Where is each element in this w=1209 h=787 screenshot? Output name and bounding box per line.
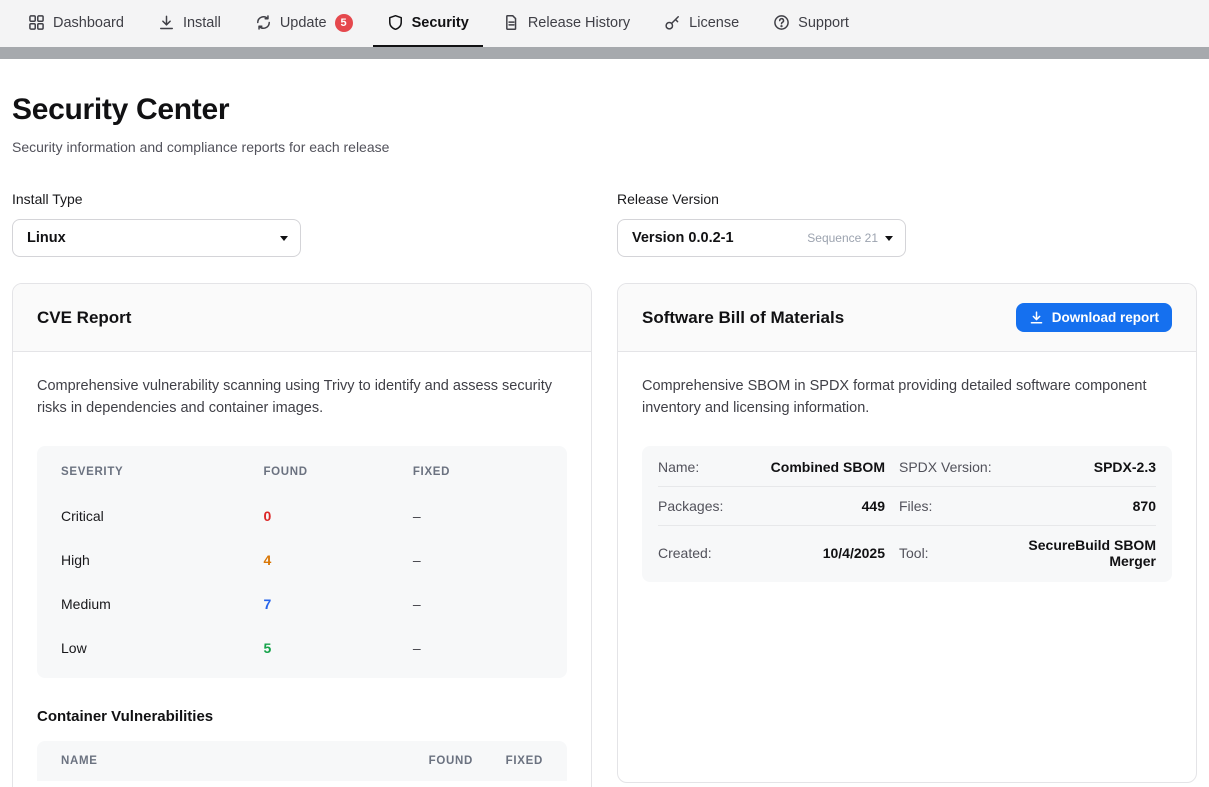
nav-item-support[interactable]: Support bbox=[759, 0, 863, 47]
found-count: 5 bbox=[263, 640, 412, 656]
detail-label: Name: bbox=[658, 459, 736, 475]
column-header-found: FOUND bbox=[263, 466, 412, 478]
detail-value: 10/4/2025 bbox=[750, 545, 885, 561]
nav-item-security[interactable]: Security bbox=[373, 0, 483, 47]
download-icon bbox=[158, 14, 175, 31]
nav-item-install[interactable]: Install bbox=[144, 0, 235, 47]
detail-value: Combined SBOM bbox=[750, 459, 885, 475]
column-header-name: NAME bbox=[61, 755, 393, 767]
detail-value: SecureBuild SBOM Merger bbox=[1021, 537, 1156, 569]
release-version-right: Sequence 21 bbox=[807, 231, 893, 245]
table-row-medium: Medium 7 – bbox=[37, 582, 567, 626]
install-type-value: Linux bbox=[27, 230, 66, 246]
download-report-button[interactable]: Download report bbox=[1016, 303, 1172, 332]
cve-report-card: CVE Report Comprehensive vulnerability s… bbox=[12, 283, 592, 787]
page-divider bbox=[0, 47, 1209, 59]
container-vulnerabilities-table: NAME FOUND FIXED bbox=[37, 741, 567, 781]
nav-label: Install bbox=[183, 15, 221, 31]
fixed-count: – bbox=[413, 508, 543, 524]
page-subtitle: Security information and compliance repo… bbox=[12, 139, 1197, 155]
severity-table: SEVERITY FOUND FIXED Critical 0 – High 4… bbox=[37, 446, 567, 678]
table-row: Created: 10/4/2025 Tool: SecureBuild SBO… bbox=[658, 526, 1156, 580]
detail-label: Tool: bbox=[899, 545, 1007, 561]
chevron-down-icon bbox=[885, 236, 893, 241]
column-header-found: FOUND bbox=[393, 755, 473, 767]
detail-label: SPDX Version: bbox=[899, 459, 1007, 475]
refresh-icon bbox=[255, 14, 272, 31]
help-circle-icon bbox=[773, 14, 790, 31]
cve-report-header: CVE Report bbox=[13, 284, 591, 352]
column-header-severity: SEVERITY bbox=[61, 466, 263, 478]
nav-label: Dashboard bbox=[53, 15, 124, 31]
release-version-field: Release Version Version 0.0.2-1 Sequence… bbox=[617, 191, 1197, 257]
nav-label: Security bbox=[412, 15, 469, 31]
detail-value: 870 bbox=[1021, 498, 1156, 514]
cve-report-description: Comprehensive vulnerability scanning usi… bbox=[37, 376, 567, 420]
top-nav: Dashboard Install Update 5 Security bbox=[0, 0, 1209, 47]
install-type-field: Install Type Linux bbox=[12, 191, 592, 257]
fixed-count: – bbox=[413, 640, 543, 656]
sbom-card: Software Bill of Materials Download repo… bbox=[617, 283, 1197, 783]
found-count: 0 bbox=[263, 508, 412, 524]
table-row-critical: Critical 0 – bbox=[37, 494, 567, 538]
detail-label: Created: bbox=[658, 545, 736, 561]
document-icon bbox=[503, 14, 520, 31]
nav-label: Update bbox=[280, 15, 327, 31]
column-header-fixed: FIXED bbox=[413, 466, 543, 478]
download-icon bbox=[1029, 310, 1044, 325]
release-version-value: Version 0.0.2-1 bbox=[632, 230, 734, 246]
cve-report-title: CVE Report bbox=[37, 308, 131, 328]
key-icon bbox=[664, 14, 681, 31]
detail-value: SPDX-2.3 bbox=[1021, 459, 1156, 475]
sbom-header: Software Bill of Materials Download repo… bbox=[618, 284, 1196, 352]
severity-label: Medium bbox=[61, 596, 263, 612]
update-count-badge: 5 bbox=[335, 14, 353, 32]
column-header-fixed: FIXED bbox=[473, 755, 543, 767]
table-row-high: High 4 – bbox=[37, 538, 567, 582]
detail-value: 449 bbox=[750, 498, 885, 514]
nav-item-update[interactable]: Update 5 bbox=[241, 0, 367, 47]
chevron-down-icon bbox=[280, 236, 288, 241]
nav-label: License bbox=[689, 15, 739, 31]
sbom-description: Comprehensive SBOM in SPDX format provid… bbox=[642, 376, 1172, 420]
found-count: 7 bbox=[263, 596, 412, 612]
main-content: Security Center Security information and… bbox=[0, 59, 1209, 787]
sbom-details-table: Name: Combined SBOM SPDX Version: SPDX-2… bbox=[642, 446, 1172, 582]
cve-report-body: Comprehensive vulnerability scanning usi… bbox=[13, 352, 591, 787]
severity-label: Low bbox=[61, 640, 263, 656]
filters-row: Install Type Linux Release Version Versi… bbox=[12, 191, 1197, 257]
shield-icon bbox=[387, 14, 404, 31]
nav-item-license[interactable]: License bbox=[650, 0, 753, 47]
cards-row: CVE Report Comprehensive vulnerability s… bbox=[12, 283, 1197, 787]
container-vulnerabilities-title: Container Vulnerabilities bbox=[37, 708, 567, 725]
container-table-header: NAME FOUND FIXED bbox=[37, 741, 567, 781]
table-row-low: Low 5 – bbox=[37, 626, 567, 670]
install-type-select[interactable]: Linux bbox=[12, 219, 301, 257]
found-count: 4 bbox=[263, 552, 412, 568]
nav-label: Support bbox=[798, 15, 849, 31]
table-row: Name: Combined SBOM SPDX Version: SPDX-2… bbox=[658, 448, 1156, 487]
fixed-count: – bbox=[413, 552, 543, 568]
release-version-sequence: Sequence 21 bbox=[807, 231, 878, 245]
release-version-label: Release Version bbox=[617, 191, 1197, 207]
severity-label: High bbox=[61, 552, 263, 568]
sbom-title: Software Bill of Materials bbox=[642, 308, 844, 328]
grid-icon bbox=[28, 14, 45, 31]
page-title: Security Center bbox=[12, 93, 1197, 127]
detail-label: Packages: bbox=[658, 498, 736, 514]
nav-label: Release History bbox=[528, 15, 630, 31]
fixed-count: – bbox=[413, 596, 543, 612]
detail-label: Files: bbox=[899, 498, 1007, 514]
nav-item-dashboard[interactable]: Dashboard bbox=[14, 0, 138, 47]
release-version-select[interactable]: Version 0.0.2-1 Sequence 21 bbox=[617, 219, 906, 257]
sbom-body: Comprehensive SBOM in SPDX format provid… bbox=[618, 352, 1196, 606]
severity-label: Critical bbox=[61, 508, 263, 524]
download-report-label: Download report bbox=[1052, 310, 1159, 325]
nav-item-release-history[interactable]: Release History bbox=[489, 0, 644, 47]
severity-table-header: SEVERITY FOUND FIXED bbox=[37, 450, 567, 494]
install-type-label: Install Type bbox=[12, 191, 592, 207]
table-row: Packages: 449 Files: 870 bbox=[658, 487, 1156, 526]
